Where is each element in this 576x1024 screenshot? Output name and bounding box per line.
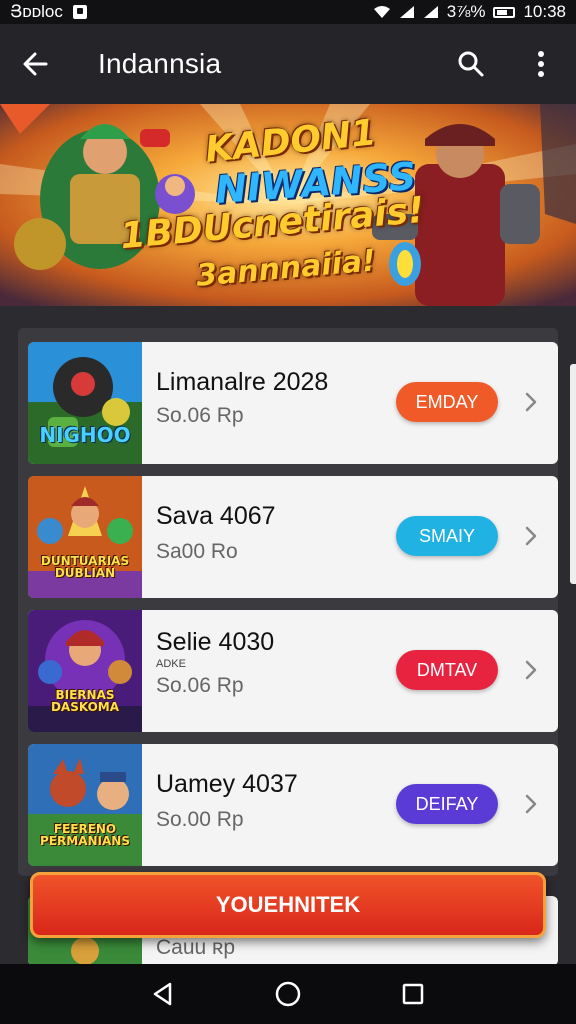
back-button[interactable]: [0, 24, 70, 104]
item-title: Sava 4067: [156, 502, 276, 530]
item-subtitle: ADKE: [156, 658, 186, 670]
list-item[interactable]: FEERENO PERMANIANS Uamey 4037 So.00 Rp D…: [28, 744, 558, 866]
nav-home-button[interactable]: [268, 974, 308, 1014]
promo-banner[interactable]: KADON1 NIWANSS 1BDUcnetirais! 3annnaiia!: [0, 104, 576, 306]
item-action-button[interactable]: EMDAY: [396, 382, 498, 422]
home-circle-icon: [275, 981, 301, 1007]
list-item[interactable]: BIERNAS DASKOMA Selie 4030 ADKE So.06 Rp…: [28, 610, 558, 732]
item-title: Selie 4030: [156, 628, 275, 656]
item-action-button[interactable]: DEIFAY: [396, 784, 498, 824]
list-item[interactable]: DUNTUARIAS DUBLIAN Sava 4067 Sa00 Ro SMA…: [28, 476, 558, 598]
system-nav-bar: [0, 964, 576, 1024]
page-title: Indannsia: [98, 48, 222, 79]
item-price: So.06 Rp: [156, 674, 244, 697]
notification-icon: [72, 5, 87, 19]
back-triangle-icon: [153, 982, 171, 1006]
clock: 10:38: [523, 2, 566, 21]
thumbnail-caption: NIGHOO: [39, 423, 131, 447]
app-bar: Indannsia: [0, 24, 576, 104]
nav-back-button[interactable]: [143, 974, 183, 1014]
more-vertical-icon: [538, 51, 544, 77]
item-title: Limanalre 2028: [156, 368, 329, 396]
game-thumbnail: NIGHOO: [28, 342, 142, 464]
item-title: Uamey 4037: [156, 770, 298, 798]
game-thumbnail: DUNTUARIAS DUBLIAN: [28, 476, 142, 598]
arrow-left-icon: [23, 52, 48, 76]
carrier-label: Յᴅᴅlᴏᴄ: [10, 2, 63, 21]
side-card-edge: [570, 364, 576, 584]
chevron-right-icon[interactable]: [518, 791, 544, 817]
thumbnail-caption: BIERNAS DASKOMA: [50, 687, 120, 715]
item-price: Sa00 Ro: [156, 540, 238, 563]
list-item[interactable]: NIGHOO Limanalre 2028 So.06 Rp EMDAY: [28, 342, 558, 464]
nav-recents-button[interactable]: [393, 974, 433, 1014]
primary-cta-button[interactable]: YOUEHNITEK: [30, 872, 546, 938]
thumbnail-caption: FEERENO PERMANIANS: [40, 821, 130, 849]
signal-icon-2: [423, 6, 438, 18]
battery-percent: 3⅞%: [446, 2, 486, 21]
item-price: Cauu ʀp: [156, 936, 236, 959]
thumbnail-caption: DUNTUARIAS DUBLIAN: [40, 553, 130, 581]
more-options-button[interactable]: [506, 24, 576, 104]
signal-icon: [399, 6, 414, 18]
item-price: So.06 Rp: [156, 404, 244, 427]
game-list: NIGHOO Limanalre 2028 So.06 Rp EMDAY DUN…: [18, 328, 558, 876]
battery-icon: [493, 6, 516, 18]
search-icon: [458, 51, 484, 77]
wifi-icon: [373, 6, 390, 18]
recents-square-icon: [403, 983, 424, 1005]
item-action-button[interactable]: SMAIY: [396, 516, 498, 556]
search-button[interactable]: [436, 24, 506, 104]
item-action-button[interactable]: DMTAV: [396, 650, 498, 690]
chevron-right-icon[interactable]: [518, 523, 544, 549]
app-screen: Յᴅᴅlᴏᴄ 3⅞% 10:38 Indannsia KADON1 NIWANS…: [0, 0, 576, 1024]
game-thumbnail: FEERENO PERMANIANS: [28, 744, 142, 866]
status-bar: Յᴅᴅlᴏᴄ 3⅞% 10:38: [0, 0, 576, 24]
game-thumbnail: BIERNAS DASKOMA: [28, 610, 142, 732]
chevron-right-icon[interactable]: [518, 389, 544, 415]
item-price: So.00 Rp: [156, 808, 244, 831]
chevron-right-icon[interactable]: [518, 657, 544, 683]
